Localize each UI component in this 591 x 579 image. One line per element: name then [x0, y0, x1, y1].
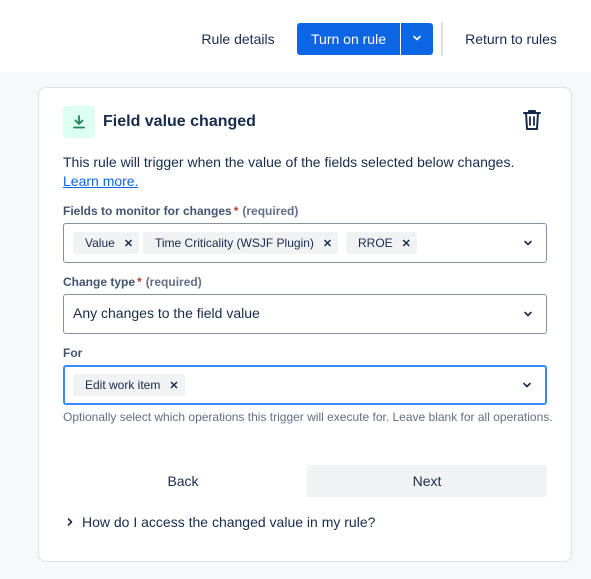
top-toolbar: Rule details Turn on rule Return to rule…: [0, 0, 591, 72]
tag-label: RROE: [358, 236, 393, 250]
turn-on-rule-button[interactable]: Turn on rule: [297, 23, 400, 55]
trigger-description: This rule will trigger when the value of…: [63, 153, 553, 191]
change-type-label: Change type * (required): [63, 275, 202, 289]
tag-value: Value ✕: [73, 232, 140, 254]
chevron-down-icon[interactable]: [521, 379, 533, 391]
change-type-label-text: Change type: [63, 275, 136, 289]
tag-label: Time Criticality (WSJF Plugin): [155, 236, 314, 250]
for-helper-text: Optionally select which operations this …: [63, 410, 553, 424]
for-operations-select[interactable]: Edit work item ✕: [63, 365, 547, 405]
return-to-rules-button[interactable]: Return to rules: [452, 23, 570, 55]
fields-monitor-select[interactable]: Value ✕ Time Criticality (WSJF Plugin) ✕…: [63, 223, 547, 263]
chevron-down-icon[interactable]: [522, 237, 534, 249]
change-type-select[interactable]: Any changes to the field value: [63, 294, 547, 334]
toolbar-divider: [441, 22, 443, 56]
required-star: *: [233, 204, 239, 218]
rule-details-button[interactable]: Rule details: [190, 23, 286, 55]
next-button[interactable]: Next: [307, 465, 547, 497]
required-text: (required): [242, 204, 299, 218]
download-arrow-icon: [63, 106, 95, 138]
chevron-down-icon[interactable]: [522, 308, 534, 320]
for-label: For: [63, 346, 82, 360]
chevron-right-icon: [63, 517, 77, 527]
faq-expander[interactable]: How do I access the changed value in my …: [63, 512, 375, 532]
chevron-down-icon: [411, 32, 423, 47]
required-star: *: [137, 275, 142, 289]
change-type-value: Any changes to the field value: [73, 305, 260, 321]
turn-on-rule-dropdown-button[interactable]: [401, 23, 433, 55]
close-icon[interactable]: ✕: [169, 379, 178, 392]
for-label-text: For: [63, 346, 83, 360]
close-icon[interactable]: ✕: [402, 237, 411, 250]
fields-monitor-label: Fields to monitor for changes * (required): [63, 204, 298, 218]
trigger-config-card: Field value changed This rule will trigg…: [38, 87, 572, 562]
close-icon[interactable]: ✕: [124, 237, 133, 250]
tag-rroe: RROE ✕: [346, 232, 417, 254]
description-text: This rule will trigger when the value of…: [63, 154, 515, 170]
faq-label: How do I access the changed value in my …: [82, 514, 376, 530]
tag-edit-work-item: Edit work item ✕: [73, 374, 185, 396]
tag-label: Edit work item: [85, 378, 161, 392]
delete-trigger-button[interactable]: [517, 106, 547, 138]
trigger-title: Field value changed: [103, 113, 256, 130]
back-button[interactable]: Back: [63, 465, 303, 497]
learn-more-link[interactable]: Learn more.: [63, 173, 138, 189]
tag-label: Value: [85, 236, 115, 250]
tag-time-criticality: Time Criticality (WSJF Plugin) ✕: [143, 232, 339, 254]
fields-monitor-label-text: Fields to monitor for changes: [63, 204, 232, 218]
close-icon[interactable]: ✕: [323, 237, 332, 250]
required-text: (required): [145, 275, 202, 289]
trash-icon: [521, 108, 543, 137]
